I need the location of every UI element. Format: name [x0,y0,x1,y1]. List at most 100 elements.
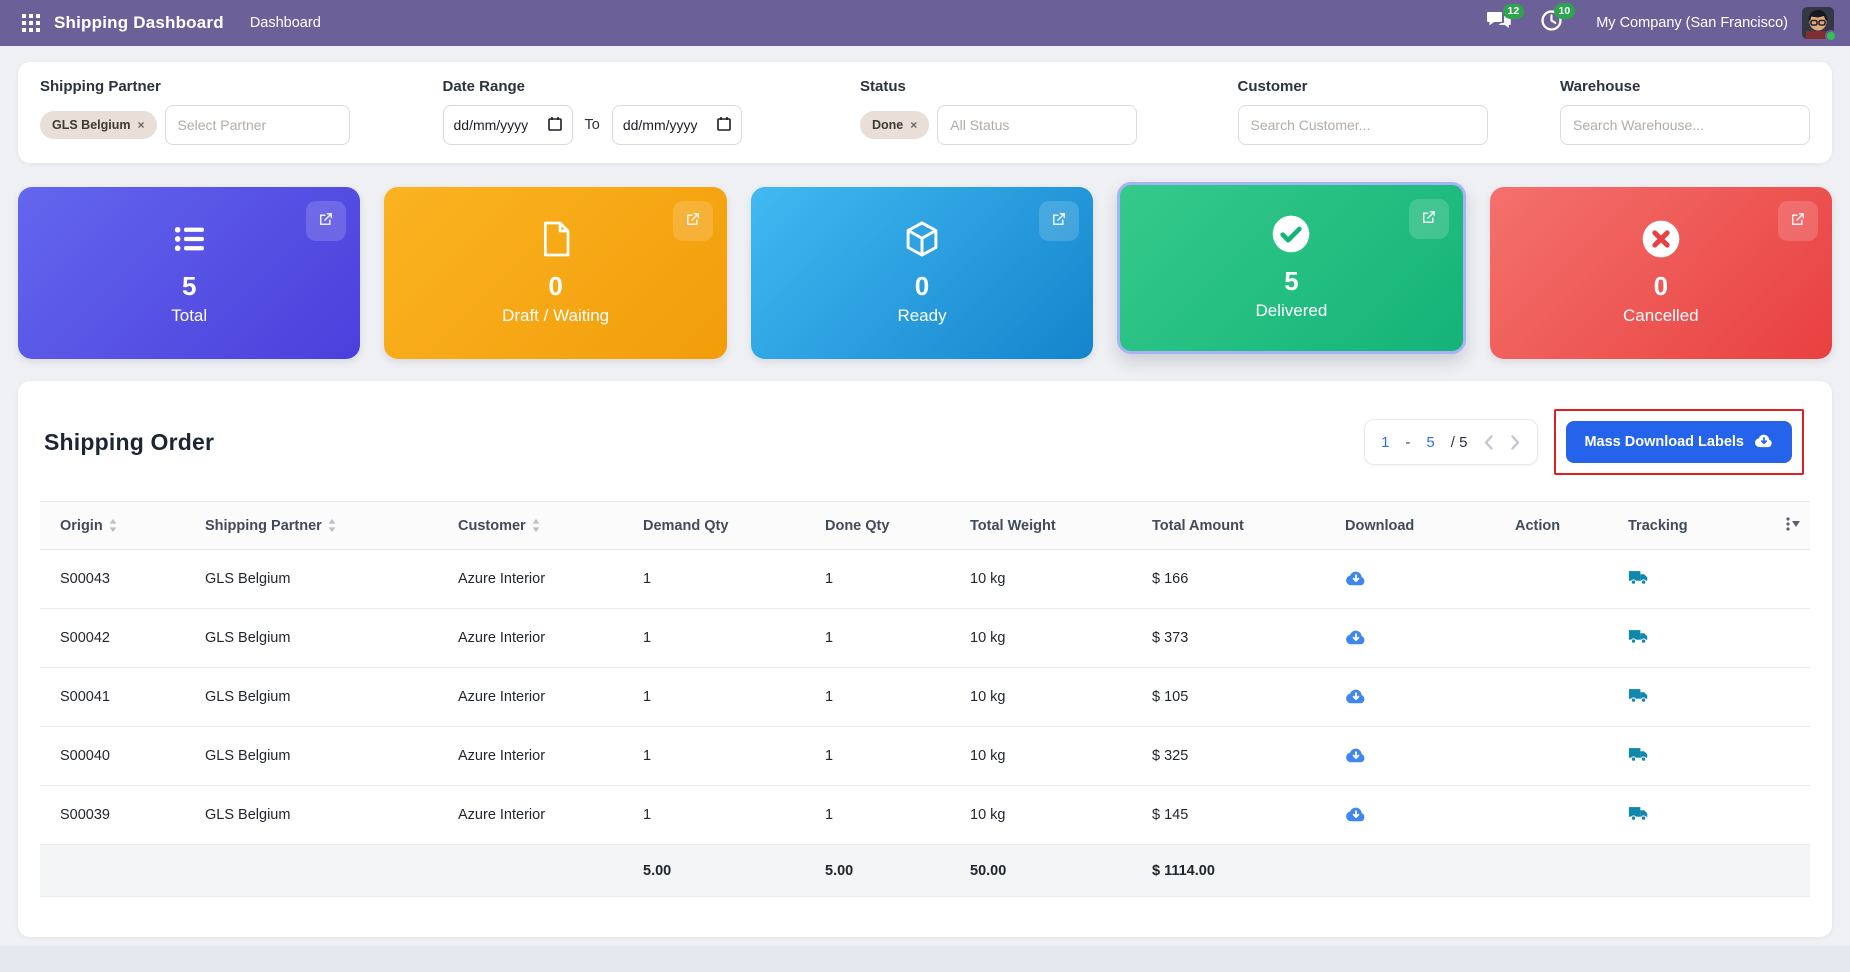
user-menu[interactable] [1802,7,1834,39]
mass-download-labels-button[interactable]: Mass Download Labels [1566,421,1792,463]
truck-icon[interactable] [1628,805,1650,822]
col-shipping-partner[interactable]: Shipping Partner [205,518,336,534]
partner-search-input[interactable] [165,105,350,145]
cell-shipping-partner: GLS Belgium [205,609,458,668]
external-link-icon [1420,208,1438,231]
orders-table: Origin Shipping Partner Customer Demand … [40,501,1810,897]
stat-value: 0 [548,271,562,302]
page-first[interactable]: 1 [1381,434,1389,451]
remove-status-tag-icon[interactable]: × [910,118,917,132]
table-row[interactable]: S00039 GLS Belgium Azure Interior 1 1 10… [40,786,1810,845]
cell-done-qty: 1 [825,609,970,668]
table-row[interactable]: S00042 GLS Belgium Azure Interior 1 1 10… [40,609,1810,668]
activities-badge: 10 [1554,3,1576,19]
status-tag-label: Done [872,118,903,132]
cell-total-weight: 10 kg [970,727,1152,786]
partner-tag[interactable]: GLS Belgium × [40,111,157,139]
mass-download-label: Mass Download Labels [1584,434,1744,450]
cell-total-weight: 10 kg [970,609,1152,668]
cell-demand-qty: 1 [643,550,825,609]
cell-shipping-partner: GLS Belgium [205,727,458,786]
stat-label: Draft / Waiting [502,306,609,326]
table-row[interactable]: S00043 GLS Belgium Azure Interior 1 1 10… [40,550,1810,609]
truck-icon[interactable] [1628,746,1650,763]
filter-label: Status [860,78,1165,95]
cloud-download-icon[interactable] [1345,805,1367,822]
cloud-download-icon[interactable] [1345,687,1367,704]
stat-value: 5 [182,271,196,302]
cloud-download-icon[interactable] [1345,569,1367,586]
warehouse-search-input[interactable] [1560,105,1810,145]
cell-action [1515,786,1628,845]
activities-button[interactable]: 10 [1541,10,1562,36]
col-demand-qty: Demand Qty [643,502,825,550]
cell-action [1515,727,1628,786]
date-from-input[interactable]: dd/mm/yyyy [443,105,573,145]
status-search-input[interactable] [937,105,1137,145]
cell-done-qty: 1 [825,786,970,845]
table-totals-row: 5.00 5.00 50.00 $ 1114.00 [40,845,1810,897]
calendar-icon[interactable] [548,116,562,134]
stat-value: 0 [1654,271,1668,302]
stat-card-delivered[interactable]: 5 Delivered [1117,182,1465,354]
column-options-icon[interactable] [1786,517,1800,531]
apps-grid-icon[interactable] [16,8,46,38]
cell-done-qty: 1 [825,550,970,609]
open-records-button[interactable] [673,201,713,241]
cell-total-amount: $ 145 [1152,786,1345,845]
menu-dashboard[interactable]: Dashboard [250,15,321,31]
stat-card-cancelled[interactable]: 0 Cancelled [1490,187,1832,359]
filters-panel: Shipping Partner GLS Belgium × Date Rang… [18,62,1832,163]
stat-label: Delivered [1256,301,1328,321]
company-switcher[interactable]: My Company (San Francisco) [1596,15,1788,31]
page-last[interactable]: 5 [1426,434,1434,451]
chevron-left-icon[interactable] [1483,435,1494,450]
table-row[interactable]: S00041 GLS Belgium Azure Interior 1 1 10… [40,668,1810,727]
stat-card-draft-waiting[interactable]: 0 Draft / Waiting [384,187,726,359]
status-tag[interactable]: Done × [860,111,929,139]
app-title[interactable]: Shipping Dashboard [54,13,224,33]
messages-button[interactable]: 12 [1487,11,1511,36]
stat-card-ready[interactable]: 0 Ready [751,187,1093,359]
cloud-download-icon[interactable] [1345,628,1367,645]
online-status-dot [1825,30,1837,42]
chevron-right-icon[interactable] [1510,435,1521,450]
total-weight: 50.00 [970,845,1152,897]
cell-origin: S00040 [40,727,205,786]
check-circle-icon [1271,210,1311,258]
open-records-button[interactable] [1409,199,1449,239]
cell-shipping-partner: GLS Belgium [205,550,458,609]
cell-demand-qty: 1 [643,786,825,845]
open-records-button[interactable] [1778,201,1818,241]
open-records-button[interactable] [1039,201,1079,241]
cloud-download-icon[interactable] [1345,746,1367,763]
pagination: 1 - 5 / 5 [1364,419,1538,465]
cell-origin: S00039 [40,786,205,845]
total-done-qty: 5.00 [825,845,970,897]
stat-label: Total [171,306,207,326]
page-total: / 5 [1451,434,1468,451]
cell-customer: Azure Interior [458,668,643,727]
cell-total-amount: $ 325 [1152,727,1345,786]
truck-icon[interactable] [1628,628,1650,645]
cell-total-weight: 10 kg [970,550,1152,609]
customer-search-input[interactable] [1238,105,1488,145]
open-records-button[interactable] [306,201,346,241]
cell-action [1515,609,1628,668]
list-icon [171,215,207,263]
truck-icon[interactable] [1628,569,1650,586]
x-circle-icon [1641,215,1681,263]
col-origin[interactable]: Origin [60,518,117,534]
calendar-icon[interactable] [717,116,731,134]
table-row[interactable]: S00040 GLS Belgium Azure Interior 1 1 10… [40,727,1810,786]
stat-card-total[interactable]: 5 Total [18,187,360,359]
cell-total-amount: $ 373 [1152,609,1345,668]
col-download: Download [1345,502,1515,550]
date-to-input[interactable]: dd/mm/yyyy [612,105,742,145]
remove-partner-tag-icon[interactable]: × [137,118,144,132]
top-navbar: Shipping Dashboard Dashboard 12 10 My Co… [0,0,1850,46]
filter-status: Status Done × [860,78,1165,145]
col-customer[interactable]: Customer [458,518,540,534]
shipping-order-panel: Shipping Order 1 - 5 / 5 Mass Download L… [18,381,1832,937]
truck-icon[interactable] [1628,687,1650,704]
